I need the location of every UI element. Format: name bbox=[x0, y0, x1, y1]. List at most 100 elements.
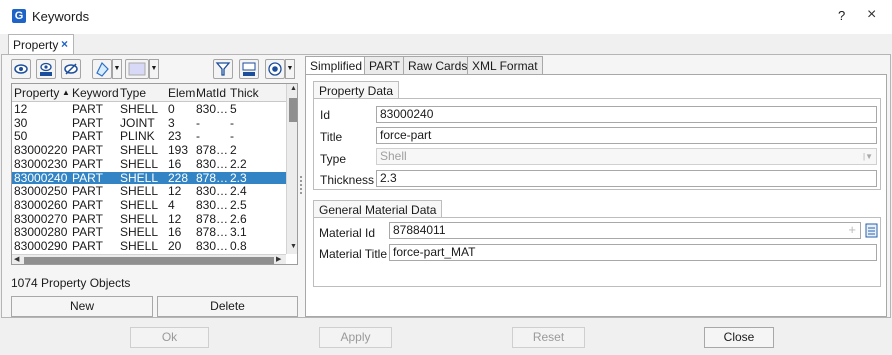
table-row[interactable]: 83000270 PART SHELL 12 878… 2.6 bbox=[12, 213, 286, 225]
cell-property-id: 83000250 bbox=[14, 185, 68, 198]
cell-type: SHELL bbox=[120, 212, 159, 225]
vertical-scrollbar[interactable]: ▲ ▼ bbox=[286, 84, 297, 254]
cell-thick: 3.1 bbox=[230, 226, 247, 239]
reset-button[interactable]: Reset bbox=[512, 327, 585, 348]
scroll-thumb-horizontal[interactable] bbox=[24, 257, 274, 264]
material-id-value: 87884011 bbox=[393, 223, 446, 237]
target-dropdown-chevron-icon[interactable]: ▼ bbox=[285, 59, 295, 79]
thickness-field[interactable]: 2.3 bbox=[376, 170, 877, 187]
tab-property[interactable]: Property × bbox=[8, 34, 74, 55]
property-data-group-label: Property Data bbox=[313, 81, 400, 99]
color-swatch-button[interactable] bbox=[125, 59, 149, 79]
cell-keyword: PART bbox=[72, 212, 103, 225]
material-data-group-label: General Material Data bbox=[313, 200, 443, 218]
scroll-left-icon[interactable]: ◀ bbox=[14, 255, 19, 263]
material-id-field[interactable]: 87884011 + bbox=[389, 222, 861, 239]
cell-elem: 0 bbox=[168, 103, 175, 115]
cell-keyword: PART bbox=[72, 185, 103, 198]
tab-raw-cards[interactable]: Raw Cards bbox=[403, 56, 473, 75]
table-row[interactable]: 12 PART SHELL 0 830… 5 bbox=[12, 103, 286, 115]
cell-matid: 830… bbox=[196, 157, 229, 170]
col-header-elem[interactable]: Elem bbox=[168, 86, 196, 100]
material-title-field[interactable]: force-part_MAT bbox=[389, 244, 877, 261]
cell-matid: - bbox=[196, 116, 200, 129]
delete-button[interactable]: Delete bbox=[157, 296, 298, 317]
window-close-button[interactable]: × bbox=[867, 6, 876, 24]
cell-property-id: 83000220 bbox=[14, 144, 68, 157]
list-icon[interactable] bbox=[865, 222, 878, 239]
filter-button[interactable] bbox=[213, 59, 233, 79]
cell-thick: 2.2 bbox=[230, 157, 247, 170]
tab-part[interactable]: PART bbox=[364, 56, 405, 75]
table-row[interactable]: 50 PART PLINK 23 - - bbox=[12, 130, 286, 142]
ok-button[interactable]: Ok bbox=[130, 327, 209, 348]
help-button[interactable]: ? bbox=[838, 8, 845, 23]
color-button[interactable] bbox=[92, 59, 112, 79]
color-icon bbox=[96, 61, 109, 77]
color-dropdown-chevron-icon[interactable]: ▼ bbox=[112, 59, 122, 79]
scroll-thumb[interactable] bbox=[289, 98, 297, 122]
show-only-button[interactable] bbox=[36, 59, 56, 79]
cell-property-id: 83000280 bbox=[14, 226, 68, 239]
cell-thick: 2.6 bbox=[230, 212, 247, 225]
cell-elem: 3 bbox=[168, 116, 175, 129]
table-row[interactable]: 83000230 PART SHELL 16 830… 2.2 bbox=[12, 158, 286, 170]
show-only-icon bbox=[40, 62, 52, 76]
cell-thick: 2 bbox=[230, 144, 237, 157]
cell-type: SHELL bbox=[120, 198, 159, 211]
tab-xml-format[interactable]: XML Format bbox=[467, 56, 543, 75]
table-row[interactable]: 83000240 PART SHELL 228 878… 2.3 bbox=[12, 171, 286, 184]
target-button[interactable] bbox=[265, 59, 285, 79]
col-header-type[interactable]: Type bbox=[120, 86, 160, 100]
table-row[interactable]: 83000220 PART SHELL 193 878… 2 bbox=[12, 144, 286, 156]
col-header-thick[interactable]: Thick bbox=[230, 86, 270, 100]
scroll-down-icon[interactable]: ▼ bbox=[290, 243, 297, 250]
show-button[interactable] bbox=[11, 59, 31, 79]
type-label: Type bbox=[320, 152, 347, 166]
table-row[interactable]: 83000260 PART SHELL 4 830… 2.5 bbox=[12, 199, 286, 211]
table-row[interactable]: 83000280 PART SHELL 16 878… 3.1 bbox=[12, 226, 286, 238]
cell-elem: 12 bbox=[168, 185, 182, 198]
cell-matid: 830… bbox=[196, 103, 229, 115]
splitter-handle[interactable] bbox=[300, 176, 304, 194]
type-select: Shell |▼ bbox=[376, 148, 877, 165]
cell-matid: 830… bbox=[196, 240, 229, 252]
col-header-matid[interactable]: MatId bbox=[196, 86, 228, 100]
cell-elem: 16 bbox=[168, 157, 182, 170]
filter-only-button[interactable] bbox=[239, 59, 259, 79]
tab-close-icon[interactable]: × bbox=[61, 37, 68, 51]
apply-button[interactable]: Apply bbox=[319, 327, 392, 348]
cell-matid: 830… bbox=[196, 198, 229, 211]
scroll-up-icon[interactable]: ▲ bbox=[290, 85, 297, 92]
cell-keyword: PART bbox=[72, 198, 103, 211]
horizontal-scrollbar[interactable]: ◀ ▶ bbox=[12, 254, 286, 264]
title-label: Title bbox=[320, 130, 343, 144]
radio-target-icon bbox=[268, 62, 282, 76]
col-header-keyword[interactable]: Keyword bbox=[72, 86, 119, 100]
cell-type: SHELL bbox=[120, 171, 159, 184]
close-button[interactable]: Close bbox=[704, 327, 774, 348]
table-row[interactable]: 83000290 PART SHELL 20 830… 0.8 bbox=[12, 240, 286, 252]
hide-icon bbox=[64, 63, 78, 75]
new-button[interactable]: New bbox=[11, 296, 153, 317]
swatch-dropdown-chevron-icon[interactable]: ▼ bbox=[149, 59, 159, 79]
table-row[interactable]: 83000250 PART SHELL 12 830… 2.4 bbox=[12, 185, 286, 197]
cell-property-id: 30 bbox=[14, 116, 28, 129]
cell-matid: 878… bbox=[196, 171, 229, 184]
tab-simplified[interactable]: Simplified bbox=[305, 56, 368, 76]
id-label: Id bbox=[320, 108, 331, 122]
cell-elem: 193 bbox=[168, 144, 189, 157]
hide-button[interactable] bbox=[61, 59, 81, 79]
title-field[interactable]: force-part bbox=[376, 127, 877, 144]
cell-thick: 0.8 bbox=[230, 240, 247, 252]
table-row[interactable]: 30 PART JOINT 3 - - bbox=[12, 117, 286, 129]
crosshair-picker-icon[interactable]: + bbox=[848, 222, 856, 237]
filter-only-icon bbox=[242, 62, 256, 76]
col-header-property[interactable]: Property bbox=[14, 86, 64, 100]
property-table[interactable]: Property ▲ Keyword Type Elem MatId Thick… bbox=[11, 83, 298, 265]
scroll-right-icon[interactable]: ▶ bbox=[276, 255, 281, 263]
filter-icon bbox=[215, 62, 231, 76]
thickness-label: Thickness bbox=[320, 173, 375, 187]
title-bar: G Keywords ? × bbox=[0, 0, 892, 34]
id-field[interactable]: 83000240 bbox=[376, 106, 877, 123]
